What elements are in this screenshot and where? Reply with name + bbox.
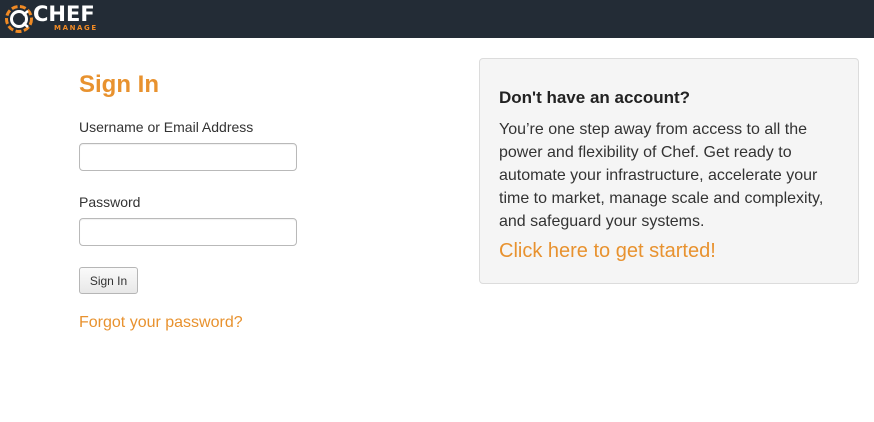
sign-in-button[interactable]: Sign In — [79, 267, 138, 294]
username-input[interactable] — [79, 143, 297, 171]
password-input[interactable] — [79, 218, 297, 246]
promo-description: You’re one step away from access to all … — [499, 121, 824, 230]
top-navbar: CHEF MANAGE — [0, 0, 874, 38]
password-label: Password — [79, 194, 141, 210]
logo-subtitle: MANAGE — [54, 24, 98, 32]
promo-title: Don't have an account? — [499, 88, 691, 107]
chef-logo-icon — [5, 5, 33, 33]
page-title: Sign In — [79, 71, 159, 98]
get-started-link[interactable]: Click here to get started! — [499, 239, 716, 263]
logo-wordmark: CHEF — [33, 2, 95, 26]
chef-manage-logo[interactable]: CHEF MANAGE — [4, 3, 114, 33]
signup-promo-panel: Don't have an account? You’re one step a… — [479, 58, 859, 284]
forgot-password-link[interactable]: Forgot your password? — [79, 313, 243, 333]
username-label: Username or Email Address — [79, 119, 254, 135]
